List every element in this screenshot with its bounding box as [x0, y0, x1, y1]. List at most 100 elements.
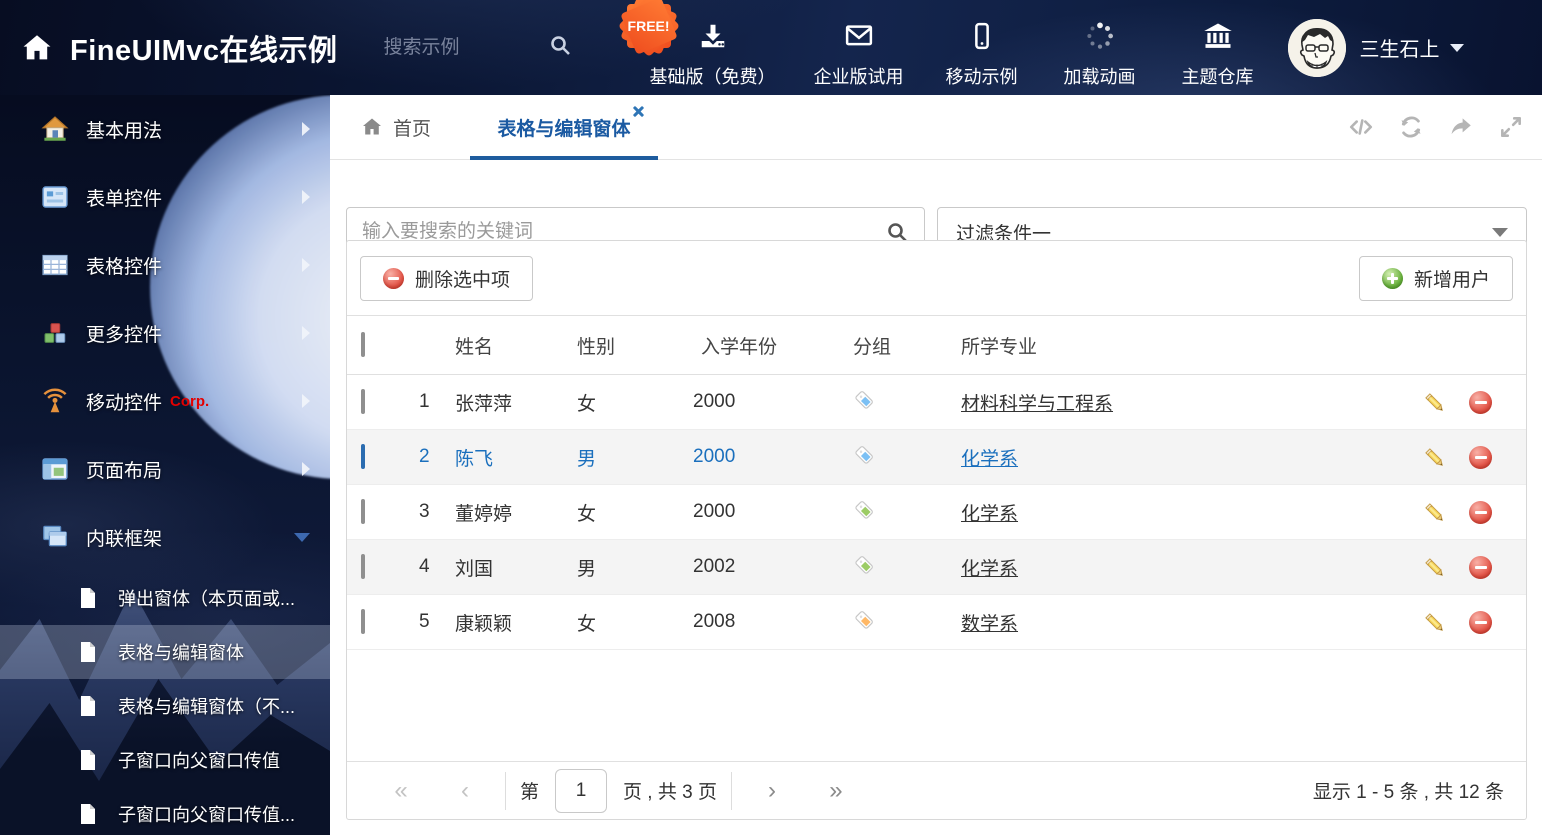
col-gender: 性别: [577, 336, 616, 358]
expand-icon[interactable]: [1498, 114, 1524, 140]
tab-toolbar: [1348, 95, 1524, 159]
col-year: 入学年份: [701, 336, 778, 358]
sidebar-item-page-layout[interactable]: 页面布局: [0, 435, 330, 503]
sidebar-subitem-child-to-parent[interactable]: 子窗口向父窗口传值: [0, 733, 330, 787]
table-row-selected: 2 陈飞 男 2000 化学系: [347, 430, 1526, 485]
nav-loading-animation[interactable]: 加载动画: [1060, 21, 1140, 89]
last-page-button[interactable]: »: [804, 777, 868, 805]
delete-icon[interactable]: [1469, 610, 1492, 634]
sidebar-item-iframe[interactable]: 内联框架: [0, 503, 330, 571]
grid-toolbar: 删除选中项 新增用户: [347, 241, 1526, 315]
page-suffix: 页 , 共 3 页: [623, 782, 717, 803]
nav-basic-edition[interactable]: FREE! 基础版（免费）: [617, 0, 776, 89]
user-menu[interactable]: 三生石上: [1287, 18, 1464, 77]
nav-theme-repo[interactable]: 主题仓库: [1178, 21, 1258, 89]
nav-enterprise-trial[interactable]: 企业版试用: [814, 21, 904, 89]
row-checkbox[interactable]: [361, 444, 365, 469]
sidebar-subitem-popup-window[interactable]: 弹出窗体（本页面或...: [0, 571, 330, 625]
chevron-down-icon: [1492, 227, 1508, 237]
sidebar-subitem-grid-edit-window-2[interactable]: 表格与编辑窗体（不...: [0, 679, 330, 733]
form-icon: [40, 182, 70, 212]
page-prefix: 第: [520, 782, 540, 803]
plus-icon: [1381, 267, 1403, 289]
table-row: 4 刘国 男 2002 化学系: [347, 540, 1526, 595]
table-header: 姓名 性别 入学年份 分组 所学专业: [347, 315, 1526, 375]
home-icon[interactable]: [20, 31, 54, 65]
share-icon[interactable]: [1448, 114, 1474, 140]
major-link[interactable]: 化学系: [961, 449, 1018, 470]
row-checkbox[interactable]: [361, 499, 365, 524]
table-row: 3 董婷婷 女 2000 化学系: [347, 485, 1526, 540]
user-name: 三生石上: [1359, 39, 1440, 61]
house-icon: [40, 114, 70, 144]
delete-icon[interactable]: [1469, 445, 1492, 469]
layout-icon: [40, 454, 70, 484]
close-icon[interactable]: [632, 105, 644, 117]
row-checkbox[interactable]: [361, 554, 365, 579]
major-link[interactable]: 化学系: [961, 504, 1018, 525]
edit-icon[interactable]: [1422, 445, 1447, 470]
add-user-button[interactable]: 新增用户: [1358, 255, 1513, 301]
sidebar-item-basic-usage[interactable]: 基本用法: [0, 95, 330, 163]
cubes-icon: [40, 318, 70, 348]
app-title: FineUIMvc在线示例: [70, 34, 338, 67]
table-row: 5 康颖颖 女 2008 数学系: [347, 595, 1526, 650]
main-content: 首页 表格与编辑窗体 输入要搜索的关键词 过滤条件一 删除选中项 新增用户 姓名…: [330, 95, 1542, 835]
nav-label: 主题仓库: [1181, 66, 1254, 87]
delete-icon[interactable]: [1469, 500, 1492, 524]
corp-badge: Corp.: [170, 392, 210, 410]
row-checkbox[interactable]: [361, 389, 365, 414]
header-nav: FREE! 基础版（免费） 企业版试用 移动示例 加载动画 主题仓库: [617, 0, 1258, 89]
sidebar-item-form-controls[interactable]: 表单控件: [0, 163, 330, 231]
major-link[interactable]: 数学系: [961, 614, 1018, 635]
avatar: [1287, 18, 1346, 77]
nav-mobile-demo[interactable]: 移动示例: [942, 21, 1022, 89]
header-search-input[interactable]: [383, 36, 534, 59]
divider: [505, 771, 506, 810]
chevron-right-icon: [302, 258, 310, 272]
search-icon[interactable]: [548, 33, 572, 62]
sidebar-subitem-child-to-parent-2[interactable]: 子窗口向父窗口传值...: [0, 787, 330, 835]
mobile-icon: [967, 21, 997, 56]
refresh-icon[interactable]: [1398, 114, 1424, 140]
tab-grid-edit-window[interactable]: 表格与编辑窗体: [470, 95, 658, 160]
major-link[interactable]: 化学系: [961, 559, 1018, 580]
sidebar-item-more-controls[interactable]: 更多控件: [0, 299, 330, 367]
next-page-button[interactable]: ›: [740, 777, 804, 805]
header-search: [383, 33, 584, 62]
file-icon: [76, 586, 100, 610]
chevron-right-icon: [302, 122, 310, 136]
tag-icon: [853, 498, 876, 521]
delete-selected-button[interactable]: 删除选中项: [360, 255, 534, 301]
download-icon: [698, 21, 728, 56]
chevron-right-icon: [302, 326, 310, 340]
tab-home[interactable]: 首页: [360, 95, 431, 159]
top-header: FineUIMvc在线示例 FREE! 基础版（免费）: [0, 0, 1542, 95]
sidebar-item-grid-controls[interactable]: 表格控件: [0, 231, 330, 299]
nav-label: 移动示例: [945, 66, 1018, 87]
divider: [730, 771, 732, 810]
table-row: 1 张萍萍 女 2000 材料科学与工程系: [347, 375, 1526, 430]
prev-page-button[interactable]: ‹: [433, 777, 497, 805]
nav-label: 基础版（免费）: [649, 66, 776, 87]
delete-icon[interactable]: [1469, 390, 1492, 414]
select-all-checkbox[interactable]: [361, 332, 365, 357]
delete-icon[interactable]: [1469, 555, 1492, 579]
file-icon: [76, 640, 100, 664]
chevron-right-icon: [302, 462, 310, 476]
chevron-right-icon: [302, 394, 310, 408]
edit-icon[interactable]: [1422, 500, 1447, 525]
edit-icon[interactable]: [1422, 610, 1447, 635]
sidebar-subitem-grid-edit-window[interactable]: 表格与编辑窗体: [0, 625, 330, 679]
row-checkbox[interactable]: [361, 609, 365, 634]
col-name: 姓名: [455, 336, 494, 358]
tag-icon: [853, 553, 876, 576]
first-page-button[interactable]: «: [369, 777, 433, 805]
edit-icon[interactable]: [1422, 390, 1447, 415]
page-number-input[interactable]: [555, 768, 608, 813]
edit-icon[interactable]: [1422, 555, 1447, 580]
major-link[interactable]: 材料科学与工程系: [961, 394, 1113, 415]
sidebar: 基本用法 表单控件 表格控件 更多控件 移动控件 Corp. 页面布局 内联框架…: [0, 95, 330, 835]
source-code-icon[interactable]: [1348, 114, 1374, 140]
sidebar-item-mobile-controls[interactable]: 移动控件 Corp.: [0, 367, 330, 435]
